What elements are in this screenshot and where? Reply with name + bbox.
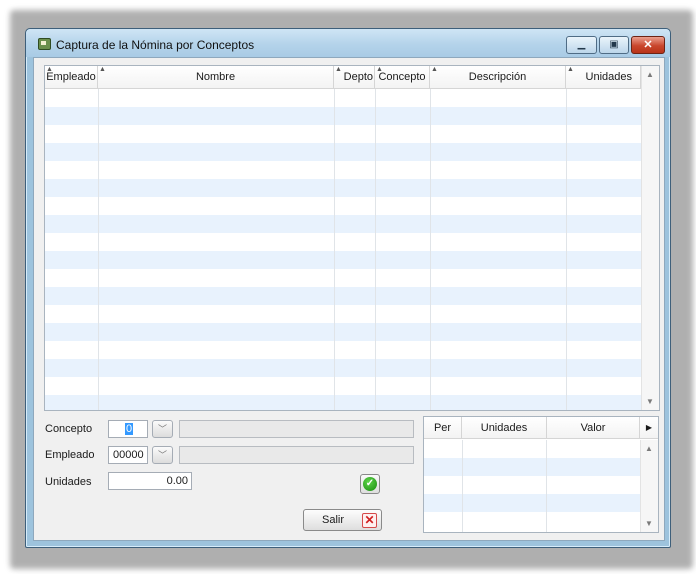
column-header-per[interactable]: Per [424, 417, 462, 439]
unidades-label: Unidades [45, 476, 92, 488]
table-row[interactable] [45, 161, 641, 179]
column-header-label: Empleado [46, 71, 96, 83]
unidades-value: 0.00 [166, 475, 188, 487]
table-row[interactable] [45, 251, 641, 269]
concepto-description-field [179, 420, 414, 438]
concepto-input[interactable]: 0 [108, 420, 148, 438]
window-title: Captura de la Nómina por Conceptos [56, 38, 255, 52]
table-row[interactable] [45, 233, 641, 251]
table-row[interactable] [45, 395, 641, 410]
table-row[interactable] [45, 197, 641, 215]
scroll-up-icon[interactable]: ▲ [645, 444, 653, 453]
column-header-descripcion[interactable]: ▲ Descripción [430, 66, 566, 88]
column-divider [98, 89, 99, 410]
app-icon [38, 38, 51, 50]
maximize-icon: ▣ [609, 39, 619, 50]
grid-vertical-scrollbar[interactable]: ▲ ▼ [641, 66, 659, 410]
column-header-unidades[interactable]: Unidades [462, 417, 547, 439]
close-icon: ✕ [362, 513, 377, 528]
window-client-area: ▲ Empleado ▲ Nombre ▲ Depto ▲ Concepto ▲ [33, 57, 665, 541]
column-header-label: Nombre [195, 71, 236, 83]
list-item[interactable] [424, 440, 641, 458]
table-row[interactable] [45, 359, 641, 377]
chevron-right-icon: ▶ [645, 423, 653, 432]
column-header-label: Valor [580, 422, 606, 434]
column-header-label: Descripción [468, 71, 527, 83]
periodos-grid[interactable]: Per Unidades Valor ▶ ▲ ▼ [423, 416, 659, 533]
sort-icon: ▲ [46, 66, 53, 73]
column-divider [462, 440, 463, 532]
table-row[interactable] [45, 323, 641, 341]
chevron-down-icon: ﹀ [157, 424, 167, 434]
empleado-name-field [179, 446, 414, 464]
list-item[interactable] [424, 494, 641, 512]
check-icon: ✓ [363, 477, 377, 491]
column-divider [546, 440, 547, 532]
table-row[interactable] [45, 89, 641, 107]
table-row[interactable] [45, 287, 641, 305]
column-header-label: Per [433, 422, 452, 434]
concepto-dropdown-button[interactable]: ﹀ [152, 420, 173, 438]
column-divider [334, 89, 335, 410]
sort-icon: ▲ [567, 66, 574, 73]
table-row[interactable] [45, 107, 641, 125]
empleado-dropdown-button[interactable]: ﹀ [152, 446, 173, 464]
table-row[interactable] [45, 125, 641, 143]
accept-button[interactable]: ✓ [360, 474, 380, 494]
salir-label: Salir [322, 514, 345, 526]
column-header-valor[interactable]: Valor [547, 417, 640, 439]
list-item[interactable] [424, 512, 641, 530]
column-header-unidades[interactable]: ▲ Unidades [566, 66, 641, 88]
unidades-input[interactable]: 0.00 [108, 472, 192, 490]
column-header-label: Unidades [585, 71, 632, 83]
table-row[interactable] [45, 341, 641, 359]
conceptos-grid[interactable]: ▲ Empleado ▲ Nombre ▲ Depto ▲ Concepto ▲ [44, 65, 660, 411]
column-header-label: Depto [343, 71, 373, 83]
maximize-button[interactable]: ▣ [599, 36, 629, 54]
app-window: Captura de la Nómina por Conceptos ▁ ▣ ✕… [25, 28, 671, 548]
table-row[interactable] [45, 305, 641, 323]
grid-header: ▲ Empleado ▲ Nombre ▲ Depto ▲ Concepto ▲ [45, 66, 641, 89]
empleado-value: 00000 [113, 449, 144, 461]
column-header-nombre[interactable]: ▲ Nombre [98, 66, 334, 88]
empleado-input[interactable]: 00000 [108, 446, 148, 464]
scroll-down-icon[interactable]: ▼ [646, 397, 654, 406]
table-row[interactable] [45, 377, 641, 395]
scroll-up-icon[interactable]: ▲ [646, 70, 654, 79]
table-row[interactable] [45, 215, 641, 233]
column-header-empleado[interactable]: ▲ Empleado [45, 66, 98, 88]
table-row[interactable] [45, 143, 641, 161]
title-bar[interactable]: Captura de la Nómina por Conceptos ▁ ▣ ✕ [26, 29, 670, 57]
minimize-icon: ▁ [577, 39, 586, 50]
column-divider [375, 89, 376, 410]
sort-icon: ▲ [376, 66, 383, 73]
table-row[interactable] [45, 179, 641, 197]
table-row[interactable] [45, 269, 641, 287]
column-header-label: Unidades [480, 422, 528, 434]
column-header-concepto[interactable]: ▲ Concepto [375, 66, 430, 88]
list-item[interactable] [424, 476, 641, 494]
column-header-depto[interactable]: ▲ Depto [334, 66, 375, 88]
close-icon: ✕ [643, 38, 653, 51]
salir-button[interactable]: Salir ✕ [303, 509, 382, 531]
column-divider [430, 89, 431, 410]
scroll-right-button[interactable]: ▶ [640, 417, 658, 439]
close-button[interactable]: ✕ [631, 36, 665, 54]
empleado-label: Empleado [45, 449, 95, 461]
scroll-down-icon[interactable]: ▼ [645, 519, 653, 528]
sort-icon: ▲ [99, 66, 106, 73]
grid-body[interactable] [45, 89, 641, 410]
periodos-vertical-scrollbar[interactable]: ▲ ▼ [640, 440, 658, 532]
sort-icon: ▲ [335, 66, 342, 73]
concepto-label: Concepto [45, 423, 93, 435]
sort-icon: ▲ [431, 66, 438, 73]
concepto-value: 0 [125, 423, 134, 435]
minimize-button[interactable]: ▁ [566, 36, 597, 54]
column-divider [566, 89, 567, 410]
list-item[interactable] [424, 458, 641, 476]
chevron-down-icon: ﹀ [157, 450, 167, 460]
column-header-label: Concepto [378, 71, 426, 83]
